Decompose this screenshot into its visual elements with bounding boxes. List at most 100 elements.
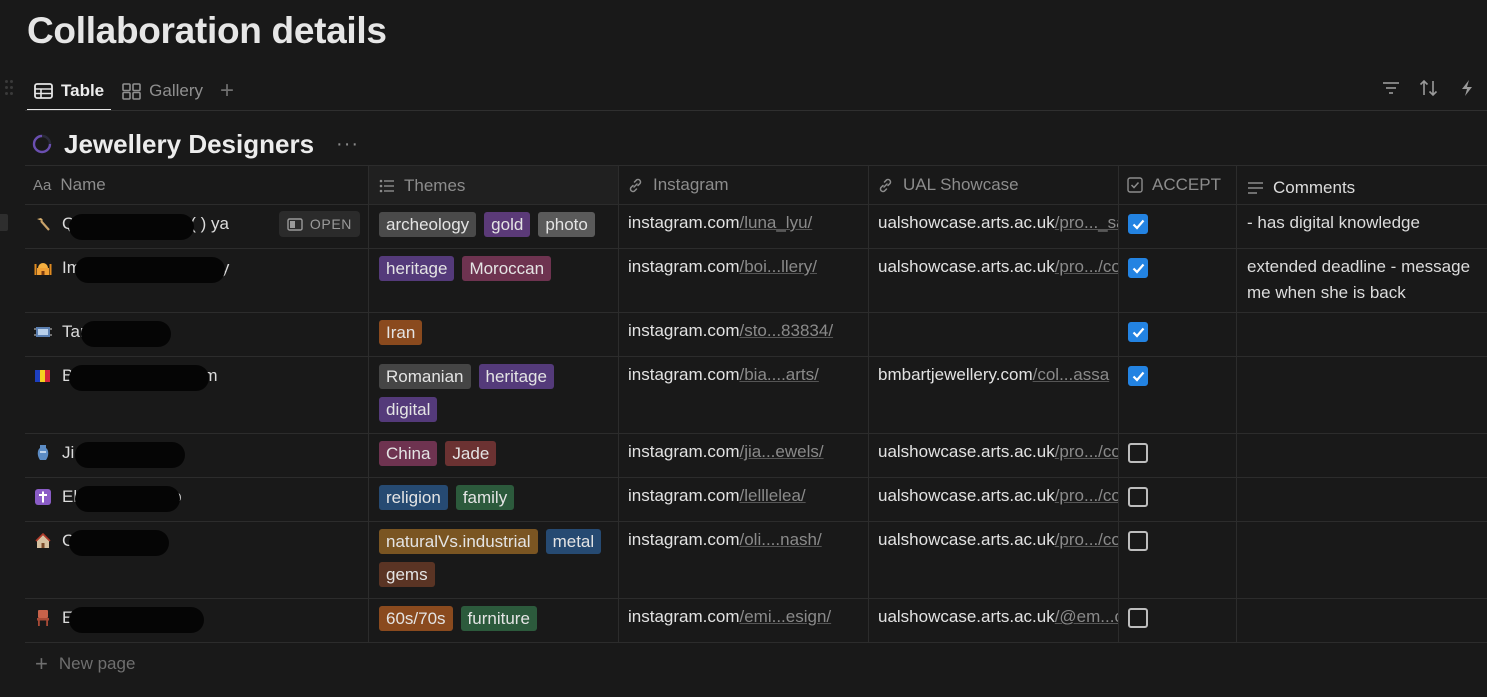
comments-cell[interactable]	[1237, 313, 1487, 356]
themes-cell[interactable]: naturalVs.industrial metal gems	[369, 522, 619, 598]
database-title[interactable]: Jewellery Designers	[64, 129, 314, 160]
column-header-name[interactable]: Aa Name	[25, 166, 369, 204]
new-page-button[interactable]: + New page	[25, 643, 1487, 685]
theme-tag: furniture	[460, 606, 537, 631]
link-host: instagram.com	[628, 486, 740, 505]
accept-checkbox[interactable]	[1128, 214, 1148, 234]
column-header-comments[interactable]: Comments	[1237, 166, 1487, 204]
ual-showcase-link[interactable]: ualshowcase.arts.ac.uk/pro..._sa	[878, 213, 1118, 232]
ual-showcase-link[interactable]: bmbartjewellery.com/col...assa	[878, 365, 1109, 384]
name-cell[interactable]: Jio	[25, 434, 369, 477]
ual-showcase-cell[interactable]: ualshowcase.arts.ac.uk/pro.../co	[869, 434, 1119, 477]
ual-showcase-link[interactable]: ualshowcase.arts.ac.uk/pro.../co	[878, 486, 1118, 505]
name-cell[interactable]: Bm	[25, 357, 369, 433]
name-cell[interactable]: Q( ) yaOPEN	[25, 205, 369, 248]
themes-cell[interactable]: Iran	[369, 313, 619, 356]
automation-icon[interactable]	[1457, 76, 1477, 100]
themes-cell[interactable]: archeology gold photo	[369, 205, 619, 248]
themes-cell[interactable]: China Jade	[369, 434, 619, 477]
redaction-mark	[69, 214, 194, 240]
instagram-link[interactable]: instagram.com/sto...83834/	[628, 321, 833, 340]
name-cell[interactable]: Tan	[25, 313, 369, 356]
accept-checkbox[interactable]	[1128, 443, 1148, 463]
instagram-cell[interactable]: instagram.com/jia...ewels/	[619, 434, 869, 477]
themes-cell[interactable]: heritage Moroccan	[369, 249, 619, 312]
ual-showcase-cell[interactable]: ualshowcase.arts.ac.uk/pro.../co	[869, 522, 1119, 598]
instagram-link[interactable]: instagram.com/luna_lyu/	[628, 213, 812, 232]
instagram-cell[interactable]: instagram.com/lelllelea/	[619, 478, 869, 521]
instagram-link[interactable]: instagram.com/oli....nash/	[628, 530, 822, 549]
instagram-link[interactable]: instagram.com/boi...llery/	[628, 257, 817, 276]
comments-cell[interactable]	[1237, 522, 1487, 598]
ual-showcase-cell[interactable]	[869, 313, 1119, 356]
accept-checkbox[interactable]	[1128, 531, 1148, 551]
instagram-link[interactable]: instagram.com/bia....arts/	[628, 365, 819, 384]
ual-showcase-link[interactable]: ualshowcase.arts.ac.uk/pro.../co	[878, 530, 1118, 549]
themes-cell[interactable]: 60s/70s furniture	[369, 599, 619, 642]
redaction-mark	[75, 486, 180, 512]
accept-checkbox[interactable]	[1128, 366, 1148, 386]
table-row[interactable]: E 60s/70s furniture instagram.com/emi...esi…	[25, 599, 1487, 643]
ual-showcase-link[interactable]: ualshowcase.arts.ac.uk/@em...c	[878, 607, 1118, 626]
instagram-link[interactable]: instagram.com/emi...esign/	[628, 607, 831, 626]
column-header-themes[interactable]: Themes	[369, 166, 619, 204]
comments-cell[interactable]	[1237, 599, 1487, 642]
ual-showcase-cell[interactable]: ualshowcase.arts.ac.uk/@em...c	[869, 599, 1119, 642]
drag-handle-icon[interactable]	[5, 78, 15, 98]
instagram-cell[interactable]: instagram.com/oli....nash/	[619, 522, 869, 598]
instagram-cell[interactable]: instagram.com/bia....arts/	[619, 357, 869, 433]
link-host: ualshowcase.arts.ac.uk	[878, 442, 1055, 461]
sort-icon[interactable]	[1419, 76, 1439, 100]
instagram-cell[interactable]: instagram.com/boi...llery/	[619, 249, 869, 312]
table-row[interactable]: Im y heritage Moroccan instagram.com/boi...l…	[25, 249, 1487, 313]
table-row[interactable]: Q( ) yaOPENarcheologygoldphoto instagram.…	[25, 205, 1487, 249]
comments-cell[interactable]: - has digital knowledge	[1237, 205, 1487, 248]
accept-checkbox[interactable]	[1128, 487, 1148, 507]
table-row[interactable]: Jio China Jade instagram.com/jia...ewels/ua…	[25, 434, 1487, 478]
table-row[interactable]: Elo religion family instagram.com/lelllelea…	[25, 478, 1487, 522]
tab-table-label: Table	[61, 81, 105, 100]
themes-cell[interactable]: religion family	[369, 478, 619, 521]
more-options-icon[interactable]: ···	[336, 133, 359, 156]
filter-icon[interactable]	[1381, 76, 1401, 100]
themes-cell[interactable]: Romanian heritage digital	[369, 357, 619, 433]
instagram-cell[interactable]: instagram.com/emi...esign/	[619, 599, 869, 642]
column-header-ual-showcase[interactable]: UAL Showcase	[869, 166, 1119, 204]
name-cell[interactable]: Elo	[25, 478, 369, 521]
column-label: UAL Showcase	[903, 175, 1019, 194]
ual-showcase-link[interactable]: ualshowcase.arts.ac.uk/pro.../co	[878, 442, 1118, 461]
instagram-link[interactable]: instagram.com/lelllelea/	[628, 486, 806, 505]
table-row[interactable]: CnaturalVs.industrial metal gems instagram.…	[25, 522, 1487, 599]
instagram-cell[interactable]: instagram.com/luna_lyu/	[619, 205, 869, 248]
table-row[interactable]: Tan Iran instagram.com/sto...83834/	[25, 313, 1487, 357]
accept-checkbox[interactable]	[1128, 258, 1148, 278]
name-cell[interactable]: Im y	[25, 249, 369, 312]
tab-gallery[interactable]: Gallery	[113, 72, 212, 110]
comments-cell[interactable]	[1237, 357, 1487, 433]
link-host: instagram.com	[628, 213, 740, 232]
ual-showcase-cell[interactable]: ualshowcase.arts.ac.uk/pro.../co	[869, 478, 1119, 521]
redaction-mark	[81, 321, 171, 347]
comments-cell[interactable]	[1237, 434, 1487, 477]
comments-cell[interactable]	[1237, 478, 1487, 521]
column-header-instagram[interactable]: Instagram	[619, 166, 869, 204]
ual-showcase-cell[interactable]: ualshowcase.arts.ac.uk/pro.../co	[869, 249, 1119, 312]
ual-showcase-link[interactable]: ualshowcase.arts.ac.uk/pro.../co	[878, 257, 1118, 276]
instagram-cell[interactable]: instagram.com/sto...83834/	[619, 313, 869, 356]
table-row[interactable]: Bm Romanian heritage digital instagram.com/b…	[25, 357, 1487, 434]
add-view-icon[interactable]: +	[212, 79, 242, 103]
accept-cell	[1119, 478, 1237, 521]
instagram-link[interactable]: instagram.com/jia...ewels/	[628, 442, 824, 461]
ual-showcase-cell[interactable]: ualshowcase.arts.ac.uk/pro..._sa	[869, 205, 1119, 248]
name-cell[interactable]: E	[25, 599, 369, 642]
name-cell[interactable]: C	[25, 522, 369, 598]
accept-checkbox[interactable]	[1128, 608, 1148, 628]
tab-table[interactable]: Table	[25, 72, 113, 111]
accept-checkbox[interactable]	[1128, 322, 1148, 342]
accept-cell	[1119, 357, 1237, 433]
column-header-accept[interactable]: ACCEPT	[1119, 166, 1237, 204]
open-page-button[interactable]: OPEN	[278, 211, 360, 237]
comments-cell[interactable]: extended deadline - message me when she …	[1237, 249, 1487, 312]
theme-tag: heritage	[478, 364, 554, 389]
ual-showcase-cell[interactable]: bmbartjewellery.com/col...assa	[869, 357, 1119, 433]
